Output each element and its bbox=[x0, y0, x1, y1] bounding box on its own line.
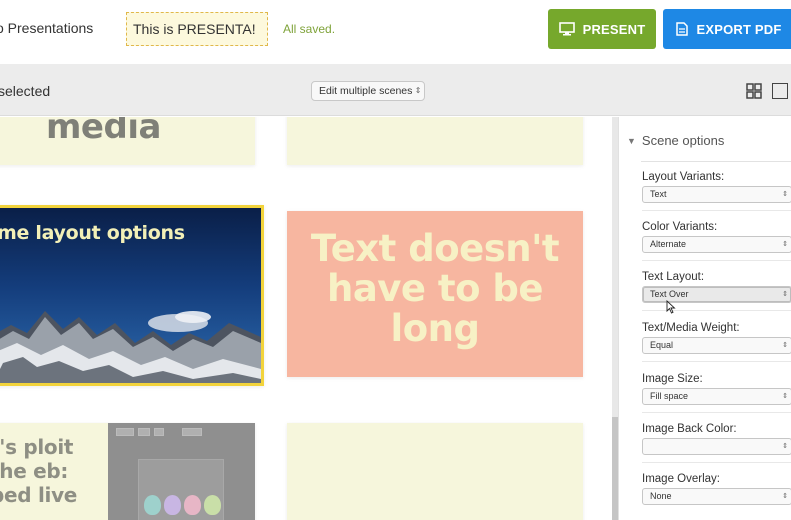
mountain-image bbox=[0, 311, 261, 383]
option-image-size: Image Size: Fill space ⇕ bbox=[642, 373, 791, 413]
text-media-weight-select[interactable]: Equal ⇕ bbox=[642, 337, 791, 354]
export-label: EXPORT PDF bbox=[696, 21, 782, 37]
option-divider bbox=[642, 310, 791, 311]
select-value: Fill space bbox=[650, 391, 689, 401]
option-divider bbox=[642, 210, 791, 211]
scene-card[interactable]: t's ploit the eb: bed live bbox=[0, 423, 255, 520]
option-image-overlay: Image Overlay: None ⇕ bbox=[642, 473, 791, 505]
save-status: All saved. bbox=[283, 22, 336, 36]
option-layout-variants: Layout Variants: Text ⇕ bbox=[642, 171, 791, 211]
collapse-triangle-icon: ▼ bbox=[627, 136, 636, 146]
select-arrows-icon: ⇕ bbox=[414, 86, 422, 95]
present-button[interactable]: PRESENT bbox=[548, 9, 656, 49]
document-icon bbox=[676, 22, 689, 36]
edit-multiple-scenes-select[interactable]: Edit multiple scenes ⇕ bbox=[311, 81, 426, 101]
select-arrows-icon: ⇕ bbox=[782, 493, 788, 500]
select-arrows-icon: ⇕ bbox=[782, 342, 788, 349]
select-value: None bbox=[650, 491, 672, 501]
scenes-toolbar: selected Edit multiple scenes ⇕ bbox=[0, 64, 791, 116]
select-value: Text Over bbox=[650, 289, 689, 299]
presentation-title-input[interactable]: This is PRESENTA! bbox=[126, 12, 268, 46]
top-header: o Presentations This is PRESENTA! All sa… bbox=[0, 0, 791, 64]
scene-text: me layout options bbox=[0, 222, 185, 244]
select-arrows-icon: ⇕ bbox=[782, 291, 788, 298]
scene-card[interactable]: media bbox=[0, 117, 255, 165]
option-label: Text/Media Weight: bbox=[642, 322, 740, 334]
monitor-icon bbox=[558, 22, 575, 36]
option-label: Image Overlay: bbox=[642, 473, 720, 485]
option-label: Image Size: bbox=[642, 373, 703, 385]
layout-variants-select[interactable]: Text ⇕ bbox=[642, 186, 791, 203]
scene-text: t's ploit the eb: bed live bbox=[0, 435, 78, 507]
option-divider bbox=[642, 361, 791, 362]
back-to-presentations-link[interactable]: o Presentations bbox=[0, 20, 93, 36]
select-value: Alternate bbox=[650, 239, 687, 249]
panel-title: Scene options bbox=[641, 133, 725, 148]
mouse-cursor-icon bbox=[666, 300, 676, 314]
option-label: Text Layout: bbox=[642, 271, 705, 283]
scene-options-panel: ▼ Scene options Layout Variants: Text ⇕ Co… bbox=[618, 117, 791, 520]
present-label: PRESENT bbox=[582, 21, 646, 37]
select-arrows-icon: ⇕ bbox=[782, 191, 788, 198]
export-pdf-button[interactable]: EXPORT PDF bbox=[663, 9, 791, 49]
edit-multiple-label: Edit multiple scenes bbox=[319, 85, 413, 97]
panel-divider bbox=[641, 161, 791, 162]
image-overlay-select[interactable]: None ⇕ bbox=[642, 488, 791, 505]
scene-card[interactable] bbox=[287, 423, 583, 520]
single-view-icon[interactable] bbox=[772, 83, 788, 99]
option-label: Image Back Color: bbox=[642, 423, 737, 435]
image-size-select[interactable]: Fill space ⇕ bbox=[642, 388, 791, 405]
option-label: Color Variants: bbox=[642, 221, 718, 233]
option-divider bbox=[642, 260, 791, 261]
option-label: Layout Variants: bbox=[642, 171, 725, 183]
option-divider bbox=[642, 412, 791, 413]
color-variants-select[interactable]: Alternate ⇕ bbox=[642, 236, 791, 253]
selection-count-label: selected bbox=[0, 83, 51, 99]
scene-options-header[interactable]: ▼ Scene options bbox=[627, 133, 724, 148]
scene-card-selected[interactable]: me layout options bbox=[0, 205, 264, 386]
option-color-variants: Color Variants: Alternate ⇕ bbox=[642, 221, 791, 261]
embedded-screenshot bbox=[108, 423, 255, 520]
option-text-layout: Text Layout: Text Over ⇕ bbox=[642, 271, 791, 311]
image-back-color-select[interactable]: ⇕ bbox=[642, 438, 791, 455]
select-value: Text bbox=[650, 189, 667, 199]
scene-card[interactable] bbox=[287, 117, 583, 165]
select-arrows-icon: ⇕ bbox=[782, 443, 788, 450]
screenshot-toolbar bbox=[116, 428, 248, 436]
option-image-back-color: Image Back Color: ⇕ bbox=[642, 423, 791, 463]
select-arrows-icon: ⇕ bbox=[782, 241, 788, 248]
scenes-canvas: media me layout options Text doesn't hav… bbox=[0, 117, 612, 520]
option-text-media-weight: Text/Media Weight: Equal ⇕ bbox=[642, 322, 791, 362]
grid-view-icon[interactable] bbox=[746, 83, 762, 99]
select-arrows-icon: ⇕ bbox=[782, 393, 788, 400]
option-divider bbox=[642, 462, 791, 463]
scene-text: Text doesn't have to be long bbox=[310, 227, 560, 350]
screenshot-shapes bbox=[144, 495, 221, 515]
scene-text: media bbox=[46, 117, 161, 147]
scene-card[interactable]: Text doesn't have to be long bbox=[287, 211, 583, 377]
text-layout-select[interactable]: Text Over ⇕ bbox=[642, 286, 791, 303]
select-value: Equal bbox=[650, 340, 674, 350]
